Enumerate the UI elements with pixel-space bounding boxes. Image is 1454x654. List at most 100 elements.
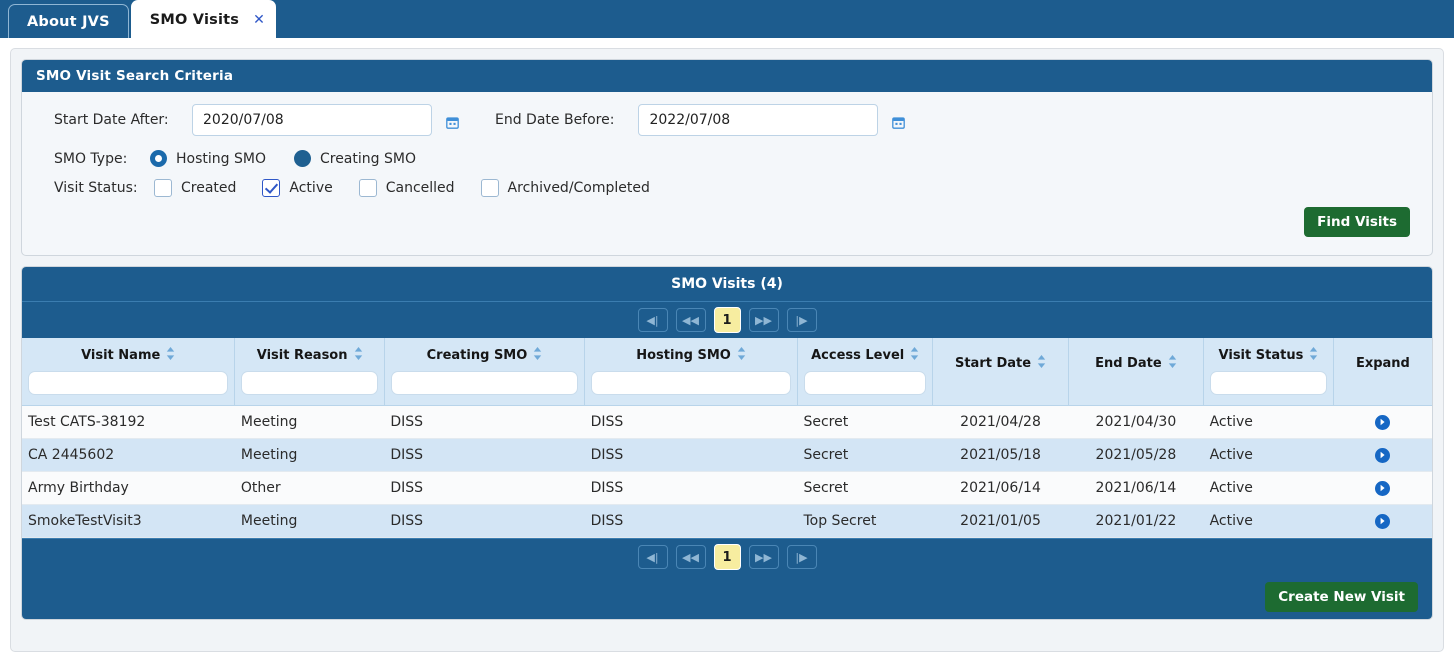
first-page-button[interactable]: ◀| bbox=[637, 308, 668, 332]
column-header-start-date-label: Start Date bbox=[954, 355, 1032, 371]
column-header-visit-reason-label: Visit Reason bbox=[256, 347, 348, 363]
sort-icon[interactable] bbox=[1168, 355, 1177, 371]
cell-hosting-smo: DISS bbox=[584, 405, 798, 439]
column-header-end-date[interactable]: End Date bbox=[1068, 338, 1205, 406]
column-header-creating-smo[interactable]: Creating SMO bbox=[384, 338, 586, 406]
cell-start-date: 2021/05/18 bbox=[932, 438, 1069, 472]
smo-type-label: SMO Type: bbox=[54, 150, 128, 167]
cell-visit-reason: Meeting bbox=[234, 438, 385, 472]
table-row[interactable]: Test CATS-38192 Meeting DISS DISS Secret… bbox=[22, 405, 1432, 439]
start-date-label: Start Date After: bbox=[54, 112, 169, 128]
tab-bar: About JVS SMO Visits ✕ bbox=[0, 0, 1454, 38]
cell-creating-smo: DISS bbox=[384, 471, 585, 505]
search-criteria-body: Start Date After: End Date Before: bbox=[22, 92, 1432, 255]
checkbox-icon bbox=[154, 179, 172, 197]
last-page-button[interactable]: |▶ bbox=[786, 308, 817, 332]
sort-icon[interactable] bbox=[533, 347, 542, 363]
close-icon[interactable]: ✕ bbox=[253, 13, 265, 27]
radio-hosting-smo-label: Hosting SMO bbox=[176, 150, 266, 167]
filter-input-visit-name[interactable] bbox=[28, 371, 229, 395]
cell-expand bbox=[1333, 438, 1432, 472]
sort-icon[interactable] bbox=[910, 347, 919, 363]
cell-start-date: 2021/04/28 bbox=[932, 405, 1069, 439]
end-date-input[interactable] bbox=[638, 104, 879, 136]
cell-visit-name: Test CATS-38192 bbox=[22, 405, 235, 439]
sort-icon[interactable] bbox=[1037, 355, 1046, 371]
cell-start-date: 2021/01/05 bbox=[932, 504, 1069, 538]
tab-about-jvs[interactable]: About JVS bbox=[8, 4, 129, 38]
cell-hosting-smo: DISS bbox=[584, 504, 798, 538]
table-row[interactable]: SmokeTestVisit3 Meeting DISS DISS Top Se… bbox=[22, 504, 1432, 538]
column-header-visit-reason[interactable]: Visit Reason bbox=[234, 338, 385, 406]
checkbox-created[interactable]: Created bbox=[154, 179, 236, 197]
column-header-hosting-smo[interactable]: Hosting SMO bbox=[584, 338, 798, 406]
create-new-visit-button[interactable]: Create New Visit bbox=[1265, 582, 1418, 612]
filter-input-creating-smo[interactable] bbox=[390, 371, 579, 395]
cell-visit-name: Army Birthday bbox=[22, 471, 235, 505]
cell-expand bbox=[1333, 504, 1432, 538]
table-row[interactable]: Army Birthday Other DISS DISS Secret 202… bbox=[22, 471, 1432, 505]
date-filter-row: Start Date After: End Date Before: bbox=[40, 104, 1414, 136]
cell-visit-name: CA 2445602 bbox=[22, 438, 235, 472]
tab-smo-visits[interactable]: SMO Visits ✕ bbox=[130, 0, 277, 38]
column-header-visit-status[interactable]: Visit Status bbox=[1203, 338, 1334, 406]
column-header-visit-name[interactable]: Visit Name bbox=[22, 338, 236, 406]
expand-icon[interactable] bbox=[1375, 447, 1391, 463]
checkbox-archived-completed[interactable]: Archived/Completed bbox=[480, 179, 650, 197]
column-header-expand: Expand bbox=[1333, 338, 1432, 406]
radio-unselected-icon bbox=[293, 150, 311, 167]
next-page-button[interactable]: ▶▶ bbox=[748, 308, 779, 332]
expand-icon[interactable] bbox=[1375, 513, 1391, 529]
cell-hosting-smo: DISS bbox=[584, 471, 798, 505]
sort-icon[interactable] bbox=[737, 347, 746, 363]
checkbox-cancelled[interactable]: Cancelled bbox=[358, 179, 455, 197]
cell-access-level: Top Secret bbox=[797, 504, 933, 538]
sort-icon[interactable] bbox=[166, 347, 175, 363]
checkbox-active[interactable]: Active bbox=[262, 179, 333, 197]
start-date-calendar-icon[interactable] bbox=[446, 114, 459, 129]
sort-icon[interactable] bbox=[354, 347, 363, 363]
visit-status-label: Visit Status: bbox=[54, 180, 138, 196]
filter-input-visit-status[interactable] bbox=[1210, 371, 1327, 395]
radio-hosting-smo[interactable]: Hosting SMO bbox=[150, 150, 266, 167]
column-header-start-date[interactable]: Start Date bbox=[932, 338, 1069, 406]
find-visits-button[interactable]: Find Visits bbox=[1304, 207, 1410, 237]
checkbox-archived-completed-label: Archived/Completed bbox=[507, 180, 650, 196]
page-number-button[interactable]: 1 bbox=[713, 307, 741, 333]
cell-start-date: 2021/06/14 bbox=[932, 471, 1069, 505]
visit-status-row: Visit Status: Created Active Cancelled A… bbox=[40, 179, 1414, 197]
column-header-hosting-smo-label: Hosting SMO bbox=[636, 347, 731, 363]
filter-input-hosting-smo[interactable] bbox=[591, 371, 791, 395]
page-body: SMO Visit Search Criteria Start Date Aft… bbox=[0, 38, 1454, 654]
cell-creating-smo: DISS bbox=[384, 504, 585, 538]
cell-access-level: Secret bbox=[797, 405, 933, 439]
filter-input-access-level[interactable] bbox=[803, 371, 927, 395]
expand-icon[interactable] bbox=[1375, 414, 1391, 430]
checkmark-icon bbox=[262, 179, 281, 197]
checkbox-created-label: Created bbox=[181, 180, 237, 196]
start-date-input[interactable] bbox=[192, 104, 432, 136]
cell-end-date: 2021/06/14 bbox=[1068, 471, 1204, 505]
end-date-calendar-icon[interactable] bbox=[892, 114, 906, 129]
cell-hosting-smo: DISS bbox=[584, 438, 798, 472]
filter-input-visit-reason[interactable] bbox=[241, 371, 378, 395]
cell-visit-reason: Meeting bbox=[234, 405, 385, 439]
checkbox-icon bbox=[358, 179, 377, 197]
sort-icon[interactable] bbox=[1309, 347, 1318, 363]
next-page-button[interactable]: ▶▶ bbox=[748, 545, 779, 569]
results-title: SMO Visits (4) bbox=[22, 267, 1432, 301]
table-row[interactable]: CA 2445602 Meeting DISS DISS Secret 2021… bbox=[22, 438, 1432, 472]
column-header-end-date-label: End Date bbox=[1095, 355, 1162, 371]
checkbox-cancelled-label: Cancelled bbox=[385, 180, 455, 196]
radio-creating-smo[interactable]: Creating SMO bbox=[293, 150, 416, 167]
first-page-button[interactable]: ◀| bbox=[637, 545, 668, 569]
find-visits-row: Find Visits bbox=[40, 201, 1414, 245]
last-page-button[interactable]: |▶ bbox=[786, 545, 817, 569]
column-header-access-level[interactable]: Access Level bbox=[797, 338, 934, 406]
previous-page-button[interactable]: ◀◀ bbox=[675, 308, 706, 332]
pagination-top: ◀| ◀◀ 1 ▶▶ |▶ bbox=[22, 301, 1432, 338]
cell-visit-reason: Meeting bbox=[234, 504, 385, 538]
expand-icon[interactable] bbox=[1375, 480, 1391, 496]
previous-page-button[interactable]: ◀◀ bbox=[675, 545, 706, 569]
page-number-button[interactable]: 1 bbox=[713, 544, 741, 570]
